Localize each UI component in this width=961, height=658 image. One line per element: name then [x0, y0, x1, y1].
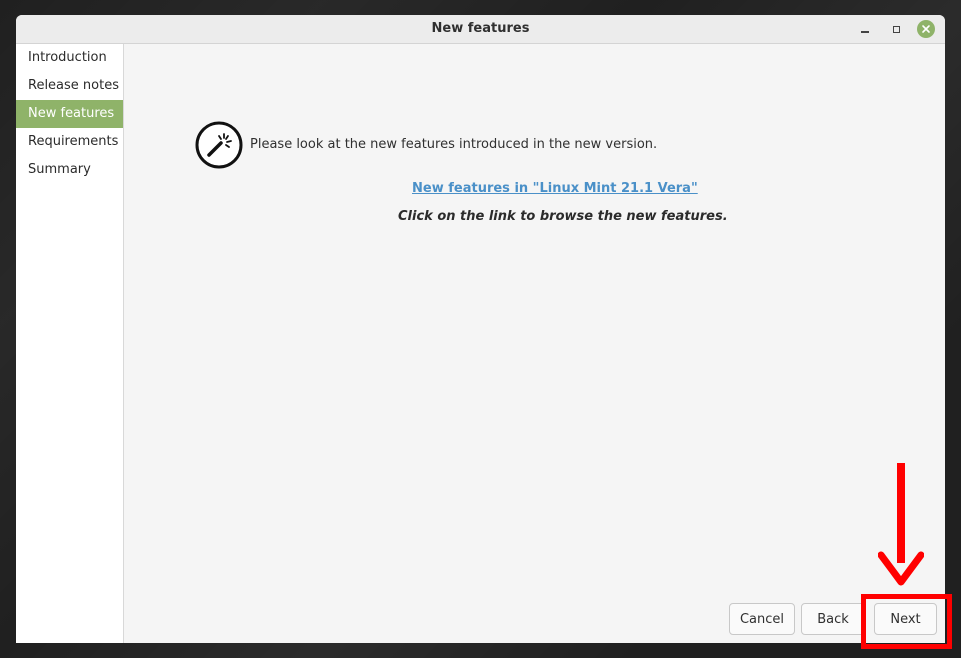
maximize-button[interactable] [886, 19, 906, 39]
cancel-button[interactable]: Cancel [729, 603, 795, 635]
next-highlight-box [861, 594, 952, 649]
hint-text: Click on the link to browse the new feat… [398, 209, 728, 224]
magic-wand-icon [195, 121, 243, 169]
sidebar-item-introduction[interactable]: Introduction [16, 44, 123, 72]
sidebar: Introduction Release notes New features … [16, 44, 124, 643]
red-arrow-annotation [878, 463, 924, 586]
new-features-link[interactable]: New features in "Linux Mint 21.1 Vera" [412, 181, 698, 196]
minimize-button[interactable] [855, 19, 875, 39]
intro-text: Please look at the new features introduc… [250, 137, 658, 152]
sidebar-item-release-notes[interactable]: Release notes [16, 72, 123, 100]
sidebar-item-summary[interactable]: Summary [16, 156, 123, 184]
title-bar: New features [16, 15, 945, 44]
installer-window: New features Introduction Release notes … [16, 15, 945, 643]
minimize-icon [861, 31, 869, 33]
window-title: New features [431, 21, 530, 36]
sidebar-item-requirements[interactable]: Requirements [16, 128, 123, 156]
close-icon [917, 20, 935, 38]
close-button[interactable] [916, 19, 936, 39]
maximize-icon [892, 25, 900, 33]
back-button[interactable]: Back [801, 603, 865, 635]
main-content: Please look at the new features introduc… [124, 44, 945, 643]
sidebar-item-new-features[interactable]: New features [16, 100, 123, 128]
